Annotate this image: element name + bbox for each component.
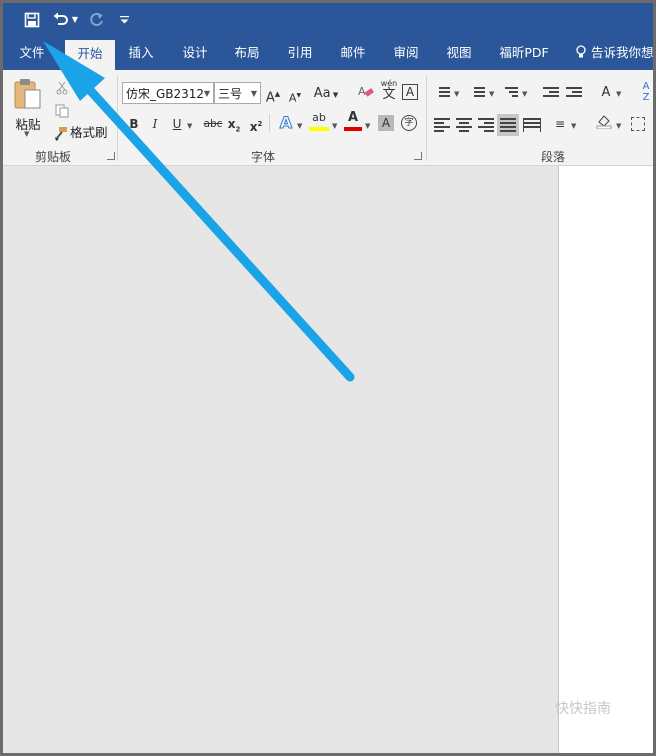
annotation-arrow <box>43 41 355 382</box>
word-window: ▼ 文件 开始 插入 设计 布局 引用 邮件 审阅 视图 福昕PDF 告诉我你想… <box>3 3 653 753</box>
